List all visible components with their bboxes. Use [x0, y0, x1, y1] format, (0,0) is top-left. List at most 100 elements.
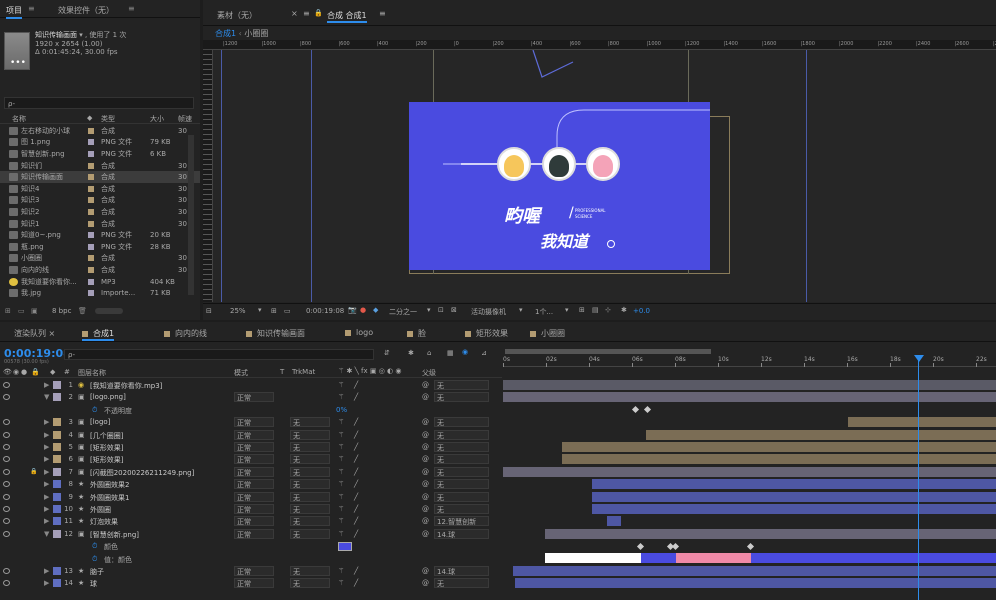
layer-name[interactable]: 脑子: [90, 567, 104, 577]
project-search-input[interactable]: ρ-: [4, 97, 194, 109]
bpc-label[interactable]: 8 bpc: [52, 307, 71, 315]
quality-switch-icon[interactable]: ╱: [354, 418, 358, 426]
col-layer-name[interactable]: 图层名称: [78, 368, 106, 378]
new-folder-icon[interactable]: ▭: [18, 307, 25, 315]
label-color[interactable]: [53, 480, 61, 489]
quality-switch-icon[interactable]: ╱: [354, 431, 358, 439]
fast-preview-icon[interactable]: ⊞: [579, 306, 585, 314]
pick-whip-icon[interactable]: @: [422, 393, 429, 401]
table-row[interactable]: ⏱ 不透明度 0%: [0, 404, 502, 416]
parent-select[interactable]: 无: [434, 417, 489, 428]
pick-whip-icon[interactable]: @: [422, 468, 429, 476]
time-indicator-head[interactable]: [914, 355, 924, 362]
blend-mode-select[interactable]: 正常: [234, 392, 274, 403]
layer-name[interactable]: [闪截图20200226211249.png]: [90, 468, 194, 478]
guide-line[interactable]: [221, 50, 222, 302]
project-scrollbar[interactable]: [188, 135, 194, 295]
comp-canvas[interactable]: 畇喔 / PROFESSIONAL SCIENCE 我知道: [409, 102, 710, 270]
label-color[interactable]: [53, 430, 61, 439]
shy-switch-icon[interactable]: ⚚: [338, 455, 344, 463]
table-row[interactable]: ▶ 9 ★ 外圆圈效果1 ⚚ ╱ 正常 无 @ 无: [0, 491, 502, 503]
shy-switch-icon[interactable]: ⚚: [338, 505, 344, 513]
label-color[interactable]: [88, 278, 94, 285]
label-color[interactable]: [53, 579, 61, 588]
parent-select[interactable]: 无: [434, 429, 489, 440]
label-color[interactable]: [53, 517, 61, 526]
layer-bar[interactable]: [562, 454, 996, 465]
pick-whip-icon[interactable]: @: [422, 455, 429, 463]
layer-bar[interactable]: [503, 392, 996, 403]
blend-mode-select[interactable]: 正常: [234, 516, 274, 527]
list-item[interactable]: 知识3 合成 30: [0, 195, 200, 207]
draft-3d-icon[interactable]: ✱: [408, 349, 414, 357]
blend-mode-select[interactable]: 正常: [234, 417, 274, 428]
collapse-arrow-icon[interactable]: ▶: [44, 493, 49, 501]
motion-blur-icon[interactable]: ◉: [462, 348, 468, 356]
comp-flow-icon[interactable]: ⇵: [384, 349, 390, 357]
blend-mode-select[interactable]: 正常: [234, 429, 274, 440]
pick-whip-icon[interactable]: @: [422, 505, 429, 513]
layer-bar[interactable]: [645, 429, 996, 440]
close-icon[interactable]: ×: [46, 329, 56, 338]
layer-bar[interactable]: [562, 442, 996, 452]
layer-bar[interactable]: [848, 417, 996, 428]
collapse-arrow-icon[interactable]: ▶: [44, 418, 49, 426]
label-color[interactable]: [88, 255, 94, 262]
layer-bar[interactable]: [515, 578, 996, 589]
always-preview-icon[interactable]: ⊟: [206, 307, 212, 315]
visibility-eye-icon[interactable]: [3, 431, 10, 438]
tab-comp[interactable]: 合成 合成1: [327, 10, 367, 23]
table-row[interactable]: ▶ 11 ★ 灯泡效果 ⚚ ╱ 正常 无 @12.智慧创新: [0, 515, 502, 527]
shy-switch-icon[interactable]: ⚚: [338, 468, 344, 476]
collapse-arrow-icon[interactable]: ▶: [44, 381, 49, 389]
table-row[interactable]: ▶ 14 ★ 球 ⚚ ╱ 正常 无 @ 无: [0, 577, 502, 589]
col-fps[interactable]: 帧速: [178, 114, 192, 124]
guide-line[interactable]: [806, 50, 807, 302]
layer-name[interactable]: 灯泡效果: [90, 517, 118, 527]
label-color[interactable]: [88, 290, 94, 297]
interpret-footage-icon[interactable]: ⊞: [5, 307, 11, 315]
parent-select[interactable]: 无: [434, 479, 489, 490]
table-row[interactable]: ▼ 2 ▣ [logo.png] ⚚ ╱ 正常 @ 无: [0, 391, 502, 403]
parent-select[interactable]: 无: [434, 504, 489, 514]
blend-mode-select[interactable]: 正常: [234, 442, 274, 452]
parent-select[interactable]: 无: [434, 491, 489, 502]
menu-icon[interactable]: ≡: [303, 9, 310, 18]
track-area[interactable]: [503, 379, 996, 600]
shy-switch-icon[interactable]: ⚚: [338, 579, 344, 587]
grid-icon[interactable]: ⊞: [271, 307, 277, 315]
quality-switch-icon[interactable]: ╱: [354, 393, 358, 401]
parent-select[interactable]: 14.球: [434, 528, 489, 539]
expand-arrow-icon[interactable]: ▼: [44, 530, 49, 538]
table-row[interactable]: ⏱ 颜色: [0, 540, 502, 552]
label-color[interactable]: [88, 243, 94, 250]
visibility-eye-icon[interactable]: [3, 493, 10, 500]
timeline-tab-6[interactable]: 矩形效果: [465, 328, 508, 339]
reset-exposure-icon[interactable]: ✱: [621, 306, 627, 314]
camera-select[interactable]: 活动摄像机: [471, 307, 506, 317]
label-color[interactable]: [53, 492, 61, 501]
visibility-eye-icon[interactable]: [3, 530, 10, 537]
comp-viewer[interactable]: |1200 |1000 |800 |600 |400 |200 |0 |200 |400 |600…: [203, 40, 996, 302]
parent-select[interactable]: 14.球: [434, 566, 489, 576]
layer-name[interactable]: [logo]: [90, 418, 110, 426]
collapse-arrow-icon[interactable]: ▶: [44, 480, 49, 488]
parent-select[interactable]: 无: [434, 442, 489, 452]
list-item[interactable]: 小圈圈 合成 30: [0, 253, 200, 265]
blend-mode-select[interactable]: 正常: [234, 504, 274, 514]
list-item[interactable]: 左右移动的小球 合成 30: [0, 125, 200, 137]
timeline-tab-4[interactable]: logo: [345, 328, 373, 337]
trkmat-select[interactable]: 无: [290, 429, 330, 440]
blend-mode-select[interactable]: 正常: [234, 528, 274, 539]
layer-name[interactable]: 外圆圈效果2: [90, 480, 129, 490]
table-row[interactable]: ▶ 6 ▣ [矩形效果] ⚚ ╱ 正常 无 @ 无: [0, 453, 502, 465]
list-item[interactable]: 知识1 合成 30: [0, 218, 200, 230]
timeline-tab-7[interactable]: 小圈圈: [530, 328, 565, 339]
shy-switch-icon[interactable]: ⚚: [338, 480, 344, 488]
list-item[interactable]: 向内的线 合成 30: [0, 264, 200, 276]
chevron-down-icon[interactable]: ▾: [519, 306, 523, 314]
layer-name[interactable]: [智慧创新.png]: [90, 530, 139, 540]
table-row[interactable]: ▶ 8 ★ 外圆圈效果2 ⚚ ╱ 正常 无 @ 无: [0, 478, 502, 490]
layer-bar[interactable]: [503, 380, 996, 390]
stopwatch-icon[interactable]: ⏱: [92, 555, 97, 564]
